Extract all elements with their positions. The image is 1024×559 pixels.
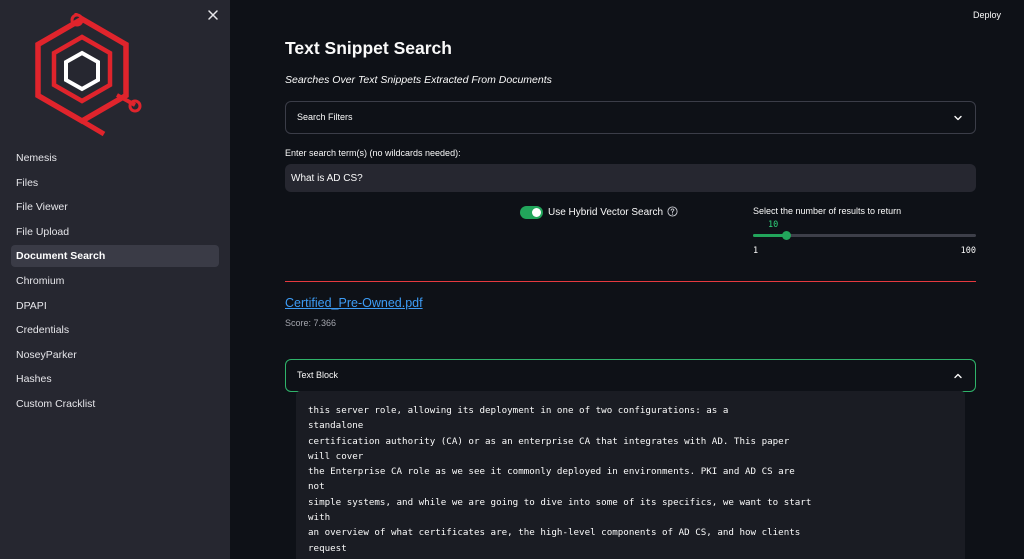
chevron-down-icon xyxy=(954,115,962,121)
results-slider-label: Select the number of results to return xyxy=(753,206,902,216)
page-title: Text Snippet Search xyxy=(285,38,452,58)
page-subtitle: Searches Over Text Snippets Extracted Fr… xyxy=(285,74,552,86)
code-line: will cover xyxy=(308,450,364,462)
deploy-button[interactable]: Deploy xyxy=(961,6,1013,24)
hybrid-search-toggle[interactable] xyxy=(520,206,543,219)
code-line: the Enterprise CA role as we see it comm… xyxy=(308,466,795,478)
sidebar-item-custom-cracklist[interactable]: Custom Cracklist xyxy=(11,393,219,415)
results-slider-thumb[interactable] xyxy=(782,231,792,240)
slider-min: 1 xyxy=(753,246,759,256)
code-line: standalone xyxy=(308,420,364,432)
section-divider xyxy=(285,281,976,282)
chevron-up-icon xyxy=(954,373,962,379)
app-window: Nemesis Files File Viewer File Upload Do… xyxy=(0,0,1024,559)
code-line: simple systems, and while we are going t… xyxy=(308,496,812,508)
text-snippet-code: this server role, allowing its deploymen… xyxy=(296,391,965,559)
code-line: request xyxy=(308,542,347,554)
result-score: Score: 7.366 xyxy=(285,318,337,328)
sidebar-item-nemesis[interactable]: Nemesis xyxy=(11,147,219,169)
search-filters-expander[interactable]: Search Filters xyxy=(285,101,976,134)
code-line: with xyxy=(308,512,331,524)
slider-max: 100 xyxy=(960,246,976,256)
hybrid-search-label: Use Hybrid Vector Search xyxy=(548,207,664,218)
toggle-knob xyxy=(532,208,541,217)
code-line: not xyxy=(308,481,325,493)
sidebar: Nemesis Files File Viewer File Upload Do… xyxy=(0,0,230,559)
sidebar-item-credentials[interactable]: Credentials xyxy=(11,319,219,341)
search-input-label: Enter search term(s) (no wildcards neede… xyxy=(285,148,461,158)
sidebar-nav: Nemesis Files File Viewer File Upload Do… xyxy=(11,147,219,418)
search-input[interactable] xyxy=(285,164,976,192)
code-line: an overview of what certificates are, th… xyxy=(308,527,801,539)
nemesis-logo xyxy=(35,13,142,137)
sidebar-item-document-search[interactable]: Document Search xyxy=(11,245,219,268)
sidebar-item-noseyparker[interactable]: NoseyParker xyxy=(11,344,219,366)
result-file-link[interactable]: Certified_Pre-Owned.pdf xyxy=(285,296,423,310)
sidebar-item-chromium[interactable]: Chromium xyxy=(11,270,219,292)
slider-value: 10 xyxy=(768,220,779,230)
text-block-expander[interactable]: Text Block xyxy=(285,359,976,392)
sidebar-item-file-viewer[interactable]: File Viewer xyxy=(11,196,219,218)
code-line: certification authority (CA) or as an en… xyxy=(308,435,790,447)
search-filters-label: Search Filters xyxy=(297,112,353,122)
sidebar-item-dpapi[interactable]: DPAPI xyxy=(11,295,219,317)
sidebar-item-hashes[interactable]: Hashes xyxy=(11,368,219,390)
sidebar-item-file-upload[interactable]: File Upload xyxy=(11,221,219,243)
text-block-label: Text Block xyxy=(297,370,339,380)
sidebar-item-files[interactable]: Files xyxy=(11,172,219,194)
code-line: this server role, allowing its deploymen… xyxy=(308,405,729,416)
close-icon[interactable] xyxy=(205,7,221,23)
help-icon[interactable] xyxy=(667,206,678,217)
